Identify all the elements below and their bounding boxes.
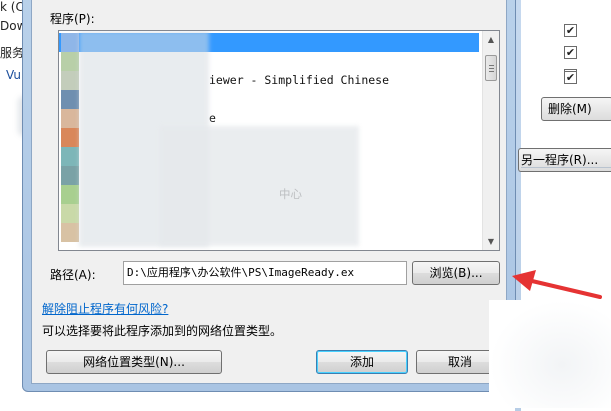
annotation-arrow-icon [512,270,602,299]
arrow-head [512,270,536,291]
arrow-shaft [530,279,602,299]
